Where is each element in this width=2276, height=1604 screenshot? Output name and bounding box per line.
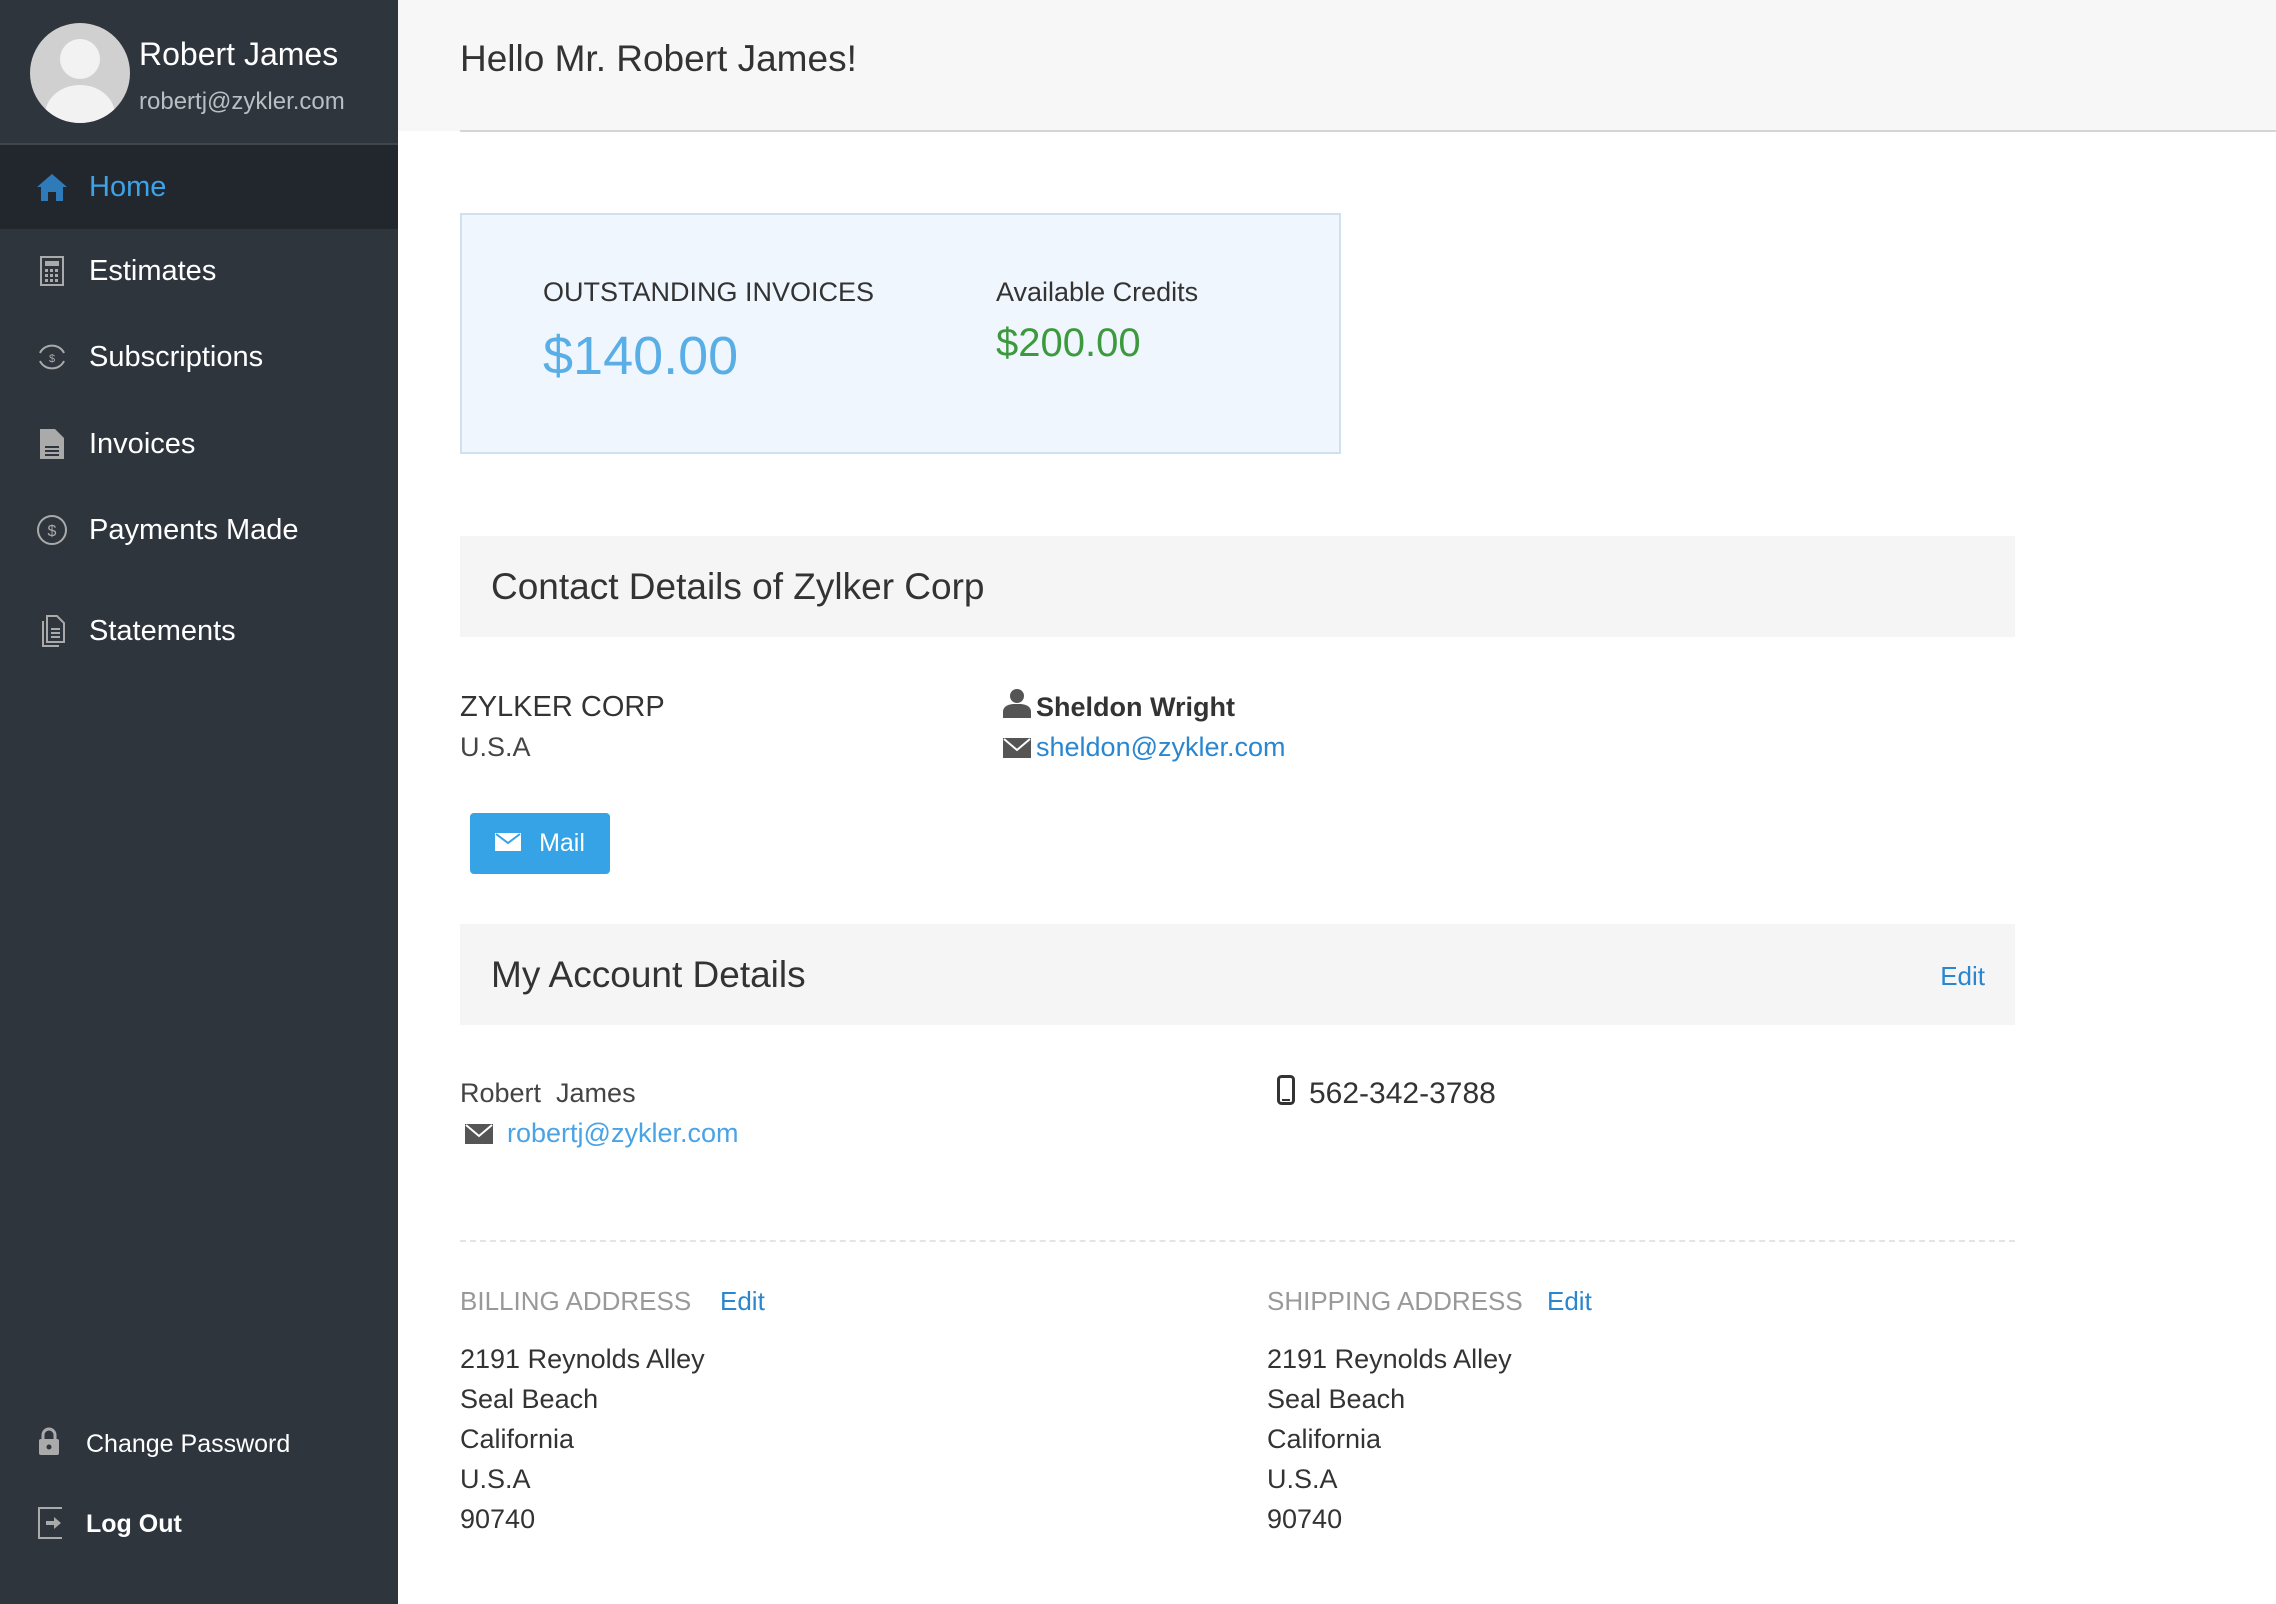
address-line: 90740: [1267, 1499, 1512, 1539]
address-line: 2191 Reynolds Alley: [1267, 1339, 1512, 1379]
page-title: Hello Mr. Robert James!: [460, 38, 857, 80]
avatar: [30, 23, 130, 123]
logout-label: Log Out: [86, 1510, 182, 1539]
sidebar-item-estimates[interactable]: Estimates: [0, 229, 398, 313]
change-password-link[interactable]: Change Password: [0, 1414, 398, 1474]
billing-address: 2191 Reynolds Alley Seal Beach Californi…: [460, 1339, 705, 1539]
sidebar-item-home[interactable]: Home: [0, 145, 398, 229]
phone-icon: [1277, 1075, 1295, 1110]
svg-text:$: $: [49, 353, 55, 365]
shipping-address: 2191 Reynolds Alley Seal Beach Californi…: [1267, 1339, 1512, 1539]
address-line: 90740: [460, 1499, 705, 1539]
account-name: Robert James: [460, 1078, 636, 1109]
billing-address-label: BILLING ADDRESS: [460, 1286, 691, 1317]
address-line: California: [460, 1419, 705, 1459]
profile-header: Robert James robertj@zykler.com: [0, 0, 398, 145]
address-line: Seal Beach: [1267, 1379, 1512, 1419]
document-icon: [36, 428, 68, 460]
home-icon: [36, 171, 68, 203]
address-line: U.S.A: [460, 1459, 705, 1499]
profile-email: robertj@zykler.com: [139, 88, 345, 116]
edit-account-link[interactable]: Edit: [1940, 961, 1985, 992]
sidebar-item-subscriptions[interactable]: $ Subscriptions: [0, 315, 398, 399]
account-details-header: My Account Details Edit: [460, 924, 2015, 1025]
sidebar-item-payments-made[interactable]: $ Payments Made: [0, 488, 398, 572]
logout-link[interactable]: Log Out: [0, 1494, 398, 1554]
sidebar-item-invoices[interactable]: Invoices: [0, 402, 398, 486]
section-title: My Account Details: [491, 924, 806, 1025]
mail-icon: [495, 829, 521, 858]
contact-person-name: Sheldon Wright: [1036, 692, 1235, 723]
section-title: Contact Details of Zylker Corp: [491, 536, 985, 637]
edit-shipping-address-link[interactable]: Edit: [1547, 1286, 1592, 1317]
summary-card: OUTSTANDING INVOICES $140.00 Available C…: [460, 213, 1341, 454]
statements-icon: [36, 615, 68, 647]
address-line: U.S.A: [1267, 1459, 1512, 1499]
available-credits-value: $200.00: [996, 321, 1141, 366]
calculator-icon: [36, 255, 68, 287]
sidebar: Robert James robertj@zykler.com Home Est…: [0, 0, 398, 1604]
edit-billing-address-link[interactable]: Edit: [720, 1286, 765, 1317]
subscription-icon: $: [36, 341, 68, 373]
contact-details-header: Contact Details of Zylker Corp: [460, 536, 2015, 637]
logout-icon: [38, 1507, 66, 1541]
address-line: California: [1267, 1419, 1512, 1459]
outstanding-invoices-value[interactable]: $140.00: [543, 325, 738, 387]
mail-icon: [465, 1124, 493, 1149]
available-credits-label: Available Credits: [996, 277, 1198, 308]
account-phone: 562-342-3788: [1309, 1077, 1496, 1111]
svg-text:$: $: [48, 523, 57, 540]
account-email-link[interactable]: robertj@zykler.com: [507, 1118, 738, 1149]
mail-button[interactable]: Mail: [470, 813, 610, 874]
outstanding-invoices-label: OUTSTANDING INVOICES: [543, 277, 874, 308]
dashed-divider: [460, 1240, 2015, 1242]
contact-email-link[interactable]: sheldon@zykler.com: [1036, 732, 1286, 763]
sidebar-item-label: Statements: [89, 615, 236, 648]
mail-button-label: Mail: [539, 829, 585, 858]
address-line: 2191 Reynolds Alley: [460, 1339, 705, 1379]
company-name: ZYLKER CORP: [460, 691, 665, 724]
lock-icon: [38, 1427, 66, 1461]
sidebar-item-label: Subscriptions: [89, 341, 263, 374]
sidebar-item-label: Payments Made: [89, 514, 299, 547]
sidebar-item-statements[interactable]: Statements: [0, 589, 398, 673]
change-password-label: Change Password: [86, 1430, 290, 1459]
person-icon: [1003, 688, 1031, 723]
profile-name: Robert James: [139, 36, 338, 73]
dollar-circle-icon: $: [36, 514, 68, 546]
divider: [460, 130, 2276, 132]
address-line: Seal Beach: [460, 1379, 705, 1419]
sidebar-item-label: Home: [89, 171, 166, 204]
mail-icon: [1003, 738, 1031, 763]
sidebar-item-label: Invoices: [89, 428, 195, 461]
shipping-address-label: SHIPPING ADDRESS: [1267, 1286, 1523, 1317]
sidebar-item-label: Estimates: [89, 255, 216, 288]
company-country: U.S.A: [460, 732, 531, 763]
